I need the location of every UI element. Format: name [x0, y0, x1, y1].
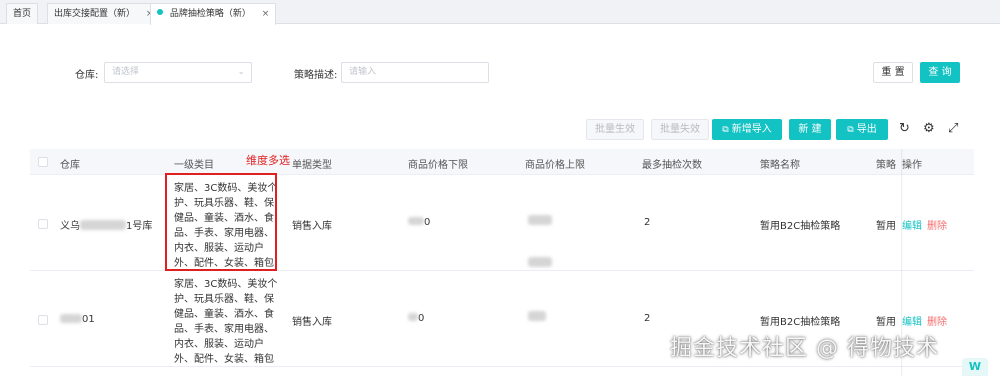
- delete-link[interactable]: 删除: [927, 317, 947, 328]
- col-max-checks: 最多抽检次数: [642, 160, 702, 171]
- col-price-high: 商品价格上限: [525, 160, 585, 171]
- delete-link[interactable]: 删除: [927, 221, 947, 232]
- col-policy: 策略: [876, 160, 896, 171]
- warehouse-suffix: 01: [82, 314, 95, 325]
- batch-enable-button[interactable]: 批量生效: [586, 119, 644, 140]
- watermark: 掘金技术社区 @ 得物技术: [670, 336, 939, 361]
- close-icon[interactable]: ×: [262, 9, 270, 19]
- edit-link[interactable]: 编辑: [902, 221, 922, 232]
- gear-icon[interactable]: ⚙: [923, 122, 935, 136]
- row-checkbox[interactable]: [38, 315, 48, 325]
- refresh-icon[interactable]: ↻: [899, 122, 910, 136]
- export-label: 导出: [856, 124, 877, 135]
- policy-name-cell: 暂用B2C抽检策略: [760, 221, 841, 232]
- redacted-text: [528, 257, 552, 267]
- col-warehouse: 仓库: [60, 160, 80, 171]
- select-all-checkbox[interactable]: [38, 157, 48, 167]
- price-low-cell: 0: [408, 313, 424, 324]
- corner-logo-icon: W: [962, 358, 988, 376]
- max-checks-cell: 2: [644, 217, 651, 228]
- col-price-low: 商品价格下限: [408, 160, 468, 171]
- warehouse-cell: 义乌 1号库: [60, 217, 152, 232]
- query-button[interactable]: 查 询: [920, 62, 960, 83]
- col-policy-name: 策略名称: [760, 160, 800, 171]
- new-import-button[interactable]: ⧉ 新增导入: [712, 119, 782, 140]
- batch-disable-button[interactable]: 批量失效: [651, 119, 709, 140]
- price-low-suffix: 0: [424, 217, 431, 228]
- warehouse-select[interactable]: 请选择 ⌄: [104, 62, 252, 83]
- annotation-label: 维度多选: [246, 154, 290, 167]
- policy-cell: 暂用: [876, 221, 896, 232]
- redacted-text: [408, 217, 424, 225]
- redacted-text: [408, 313, 418, 321]
- policy-cell: 暂用: [876, 317, 896, 328]
- create-button[interactable]: 新 建: [789, 119, 831, 140]
- col-category: 一级类目: [174, 160, 214, 171]
- tab-label: 首页: [13, 9, 32, 19]
- doc-type-cell: 销售入库: [292, 221, 332, 232]
- export-button[interactable]: ⧉ 导出: [836, 119, 888, 140]
- tab-label: 品牌抽检策略（新）: [169, 9, 251, 19]
- warehouse-suffix: 1号库: [126, 221, 153, 232]
- tab-outbound-handover[interactable]: 出库交接配置（新） ×: [47, 3, 161, 24]
- active-dot-icon: [157, 9, 163, 15]
- external-link-icon: ⧉: [722, 125, 729, 135]
- redacted-text: [60, 314, 82, 323]
- tab-bar: 首页 出库交接配置（新） × 品牌抽检策略（新） ×: [0, 0, 1000, 25]
- fullscreen-icon[interactable]: ⤢: [948, 122, 958, 136]
- warehouse-placeholder: 请选择: [112, 67, 140, 77]
- new-import-label: 新增导入: [731, 124, 772, 135]
- main-panel: 仓库: 请选择 ⌄ 策略描述: 请输入 重 置 查 询 批量生效 批量失效 ⧉ 新…: [8, 32, 992, 376]
- annotation-highlight-box: [165, 173, 277, 271]
- actions-cell: 编辑 删除: [902, 217, 947, 232]
- doc-type-cell: 销售入库: [292, 317, 332, 328]
- price-low-cell: 0: [408, 217, 430, 228]
- tab-home[interactable]: 首页: [6, 3, 39, 24]
- max-checks-cell: 2: [644, 313, 651, 324]
- warehouse-cell: 01: [60, 313, 95, 325]
- row-checkbox[interactable]: [38, 219, 48, 229]
- desc-label: 策略描述:: [294, 70, 338, 81]
- warehouse-label: 仓库:: [75, 70, 99, 81]
- redacted-text: [528, 311, 546, 321]
- col-actions: 操作: [902, 160, 922, 171]
- edit-link[interactable]: 编辑: [902, 317, 922, 328]
- price-low-suffix: 0: [418, 313, 425, 324]
- redacted-text: [528, 215, 552, 225]
- redacted-text: [80, 220, 126, 230]
- desc-placeholder: 请输入: [349, 67, 377, 77]
- desc-input[interactable]: 请输入: [341, 62, 489, 83]
- tab-brand-sampling[interactable]: 品牌抽检策略（新） ×: [150, 3, 277, 25]
- policy-name-cell: 暂用B2C抽检策略: [760, 317, 841, 328]
- actions-cell: 编辑 删除: [902, 313, 947, 328]
- warehouse-prefix: 义乌: [60, 221, 80, 232]
- category-cell: 家居、3C数码、美妆个护、玩具乐器、鞋、保健品、童装、酒水、食品、手表、家用电器…: [174, 279, 278, 365]
- external-link-icon: ⧉: [847, 125, 854, 135]
- table-header: 仓库 一级类目 单据类型 商品价格下限 商品价格上限 最多抽检次数 策略名称 策…: [30, 149, 974, 175]
- reset-button[interactable]: 重 置: [873, 62, 913, 83]
- tab-label: 出库交接配置（新）: [54, 9, 136, 19]
- chevron-down-icon: ⌄: [237, 67, 245, 77]
- col-doc-type: 单据类型: [292, 160, 332, 171]
